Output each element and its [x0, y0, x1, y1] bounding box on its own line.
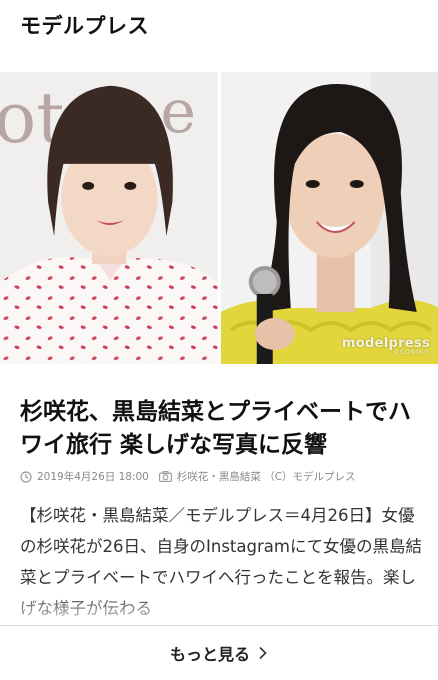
header: モデルプレス — [0, 0, 438, 52]
photo-credit: 杉咲花・黒島結菜 （C）モデルプレス — [176, 471, 356, 483]
hero-photo-left: ot e — [0, 72, 218, 364]
article-meta: 2019年4月26日 18:00 杉咲花・黒島結菜 （C）モデルプレス — [20, 469, 430, 484]
article-headline[interactable]: 杉咲花、黒島結菜とプライベートでハワイ旅行 楽しげな写真に反響 — [20, 396, 422, 462]
article-date: 2019年4月26日 18:00 — [37, 471, 149, 483]
hero-photo-right: modelpress OCONING — [220, 72, 438, 364]
camera-icon — [158, 471, 172, 482]
chevron-right-icon — [259, 646, 267, 660]
more-button[interactable]: もっと見る — [0, 626, 438, 680]
more-button-label: もっと見る — [169, 645, 250, 664]
watermark-logo: modelpress OCONING — [341, 336, 430, 356]
hero-image[interactable]: ot e modelpress OCONING — [0, 72, 438, 364]
excerpt-fade — [0, 592, 438, 626]
brand-logo[interactable]: モデルプレス — [20, 10, 149, 40]
clock-icon — [20, 470, 32, 483]
